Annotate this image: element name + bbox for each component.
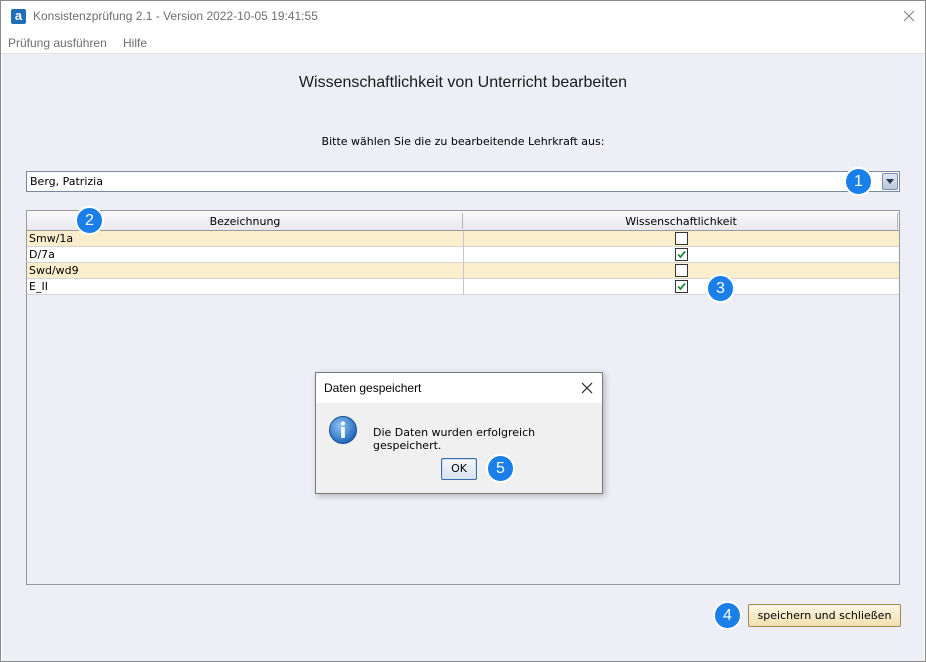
row-name: E_II — [29, 280, 48, 293]
dialog-title: Daten gespeichert — [324, 381, 422, 395]
dialog-message: Die Daten wurden erfolgreich gespeichert… — [373, 426, 536, 452]
column-header-wissenschaftlichkeit[interactable]: Wissenschaftlichkeit — [463, 215, 899, 228]
window-title: Konsistenzprüfung 2.1 - Version 2022-10-… — [33, 9, 318, 23]
select-prompt: Bitte wählen Sie die zu bearbeitende Leh… — [321, 135, 605, 148]
table-row[interactable]: E_II — [27, 279, 899, 295]
wissenschaftlichkeit-checkbox[interactable] — [675, 248, 688, 261]
chevron-down-icon[interactable] — [882, 173, 898, 190]
title-bar: a Konsistenzprüfung 2.1 - Version 2022-1… — [1, 1, 925, 32]
checkmark-icon — [677, 282, 686, 291]
dialog-title-bar: Daten gespeichert — [316, 373, 602, 403]
callout-badge-3: 3 — [706, 274, 735, 303]
callout-badge-4: 4 — [713, 601, 742, 630]
app-logo: a — [11, 9, 26, 24]
window-close-icon[interactable] — [899, 6, 919, 26]
wissenschaftlichkeit-checkbox[interactable] — [675, 280, 688, 293]
wissenschaftlichkeit-checkbox[interactable] — [675, 232, 688, 245]
checkmark-icon — [677, 250, 686, 259]
callout-badge-2: 2 — [75, 206, 104, 235]
page-title: Wissenschaftlichkeit von Unterricht bear… — [298, 74, 628, 91]
menu-item-pruefung[interactable]: Prüfung ausführen — [8, 36, 107, 50]
save-and-close-button[interactable]: speichern und schließen — [748, 604, 901, 627]
row-name: Smw/1a — [29, 232, 74, 245]
table-row[interactable]: D/7a — [27, 247, 899, 263]
close-icon[interactable] — [578, 379, 596, 397]
menu-bar: Prüfung ausführen Hilfe — [1, 32, 925, 54]
cell-divider — [463, 247, 464, 263]
teacher-select[interactable]: Berg, Patrizia — [26, 171, 900, 192]
menu-item-hilfe[interactable]: Hilfe — [123, 36, 147, 50]
column-divider — [897, 213, 898, 229]
cell-divider — [463, 263, 464, 279]
row-name: Swd/wd9 — [29, 264, 79, 277]
content-panel: Wissenschaftlichkeit von Unterricht bear… — [2, 54, 924, 661]
cell-divider — [463, 279, 464, 295]
table-body: Smw/1a D/7a Swd/wd9 E_II — [27, 231, 899, 295]
teacher-select-value: Berg, Patrizia — [30, 175, 103, 188]
callout-badge-5: 5 — [486, 454, 515, 483]
main-window: a Konsistenzprüfung 2.1 - Version 2022-1… — [0, 0, 926, 662]
table-row[interactable]: Swd/wd9 — [27, 263, 899, 279]
info-icon — [328, 415, 358, 445]
wissenschaftlichkeit-checkbox[interactable] — [675, 264, 688, 277]
row-name: D/7a — [29, 248, 55, 261]
callout-badge-1: 1 — [844, 167, 873, 196]
cell-divider — [463, 231, 464, 247]
ok-button[interactable]: OK — [441, 458, 477, 480]
saved-dialog: Daten gespeichert Die Daten wurden erfol… — [315, 372, 603, 494]
table-row[interactable]: Smw/1a — [27, 231, 899, 247]
table-header: Bezeichnung Wissenschaftlichkeit — [27, 211, 899, 231]
